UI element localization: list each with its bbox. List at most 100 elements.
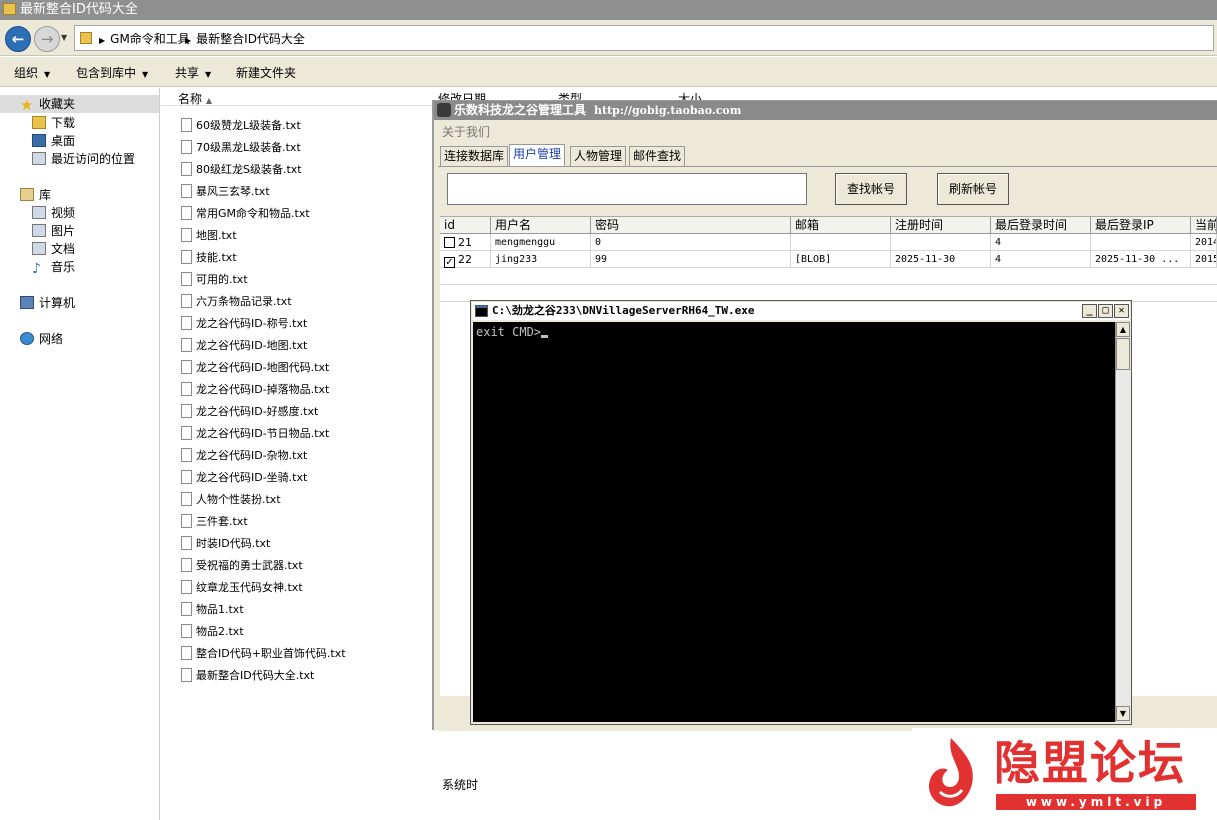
tab-user-management[interactable]: 用户管理 bbox=[509, 144, 566, 166]
text-file-icon bbox=[181, 162, 192, 176]
breadcrumb-item[interactable]: ▶ GM命令和工具 bbox=[99, 30, 190, 47]
row-checkbox-checked[interactable]: ✓ bbox=[444, 257, 455, 268]
nav-recent[interactable]: 最近访问的位置 bbox=[32, 150, 135, 168]
last-login-cell: 4 bbox=[991, 251, 1091, 268]
file-item[interactable]: 整合ID代码+职业首饰代码.txt bbox=[181, 644, 346, 664]
file-item[interactable]: 人物个性装扮.txt bbox=[181, 490, 281, 510]
minimize-icon[interactable]: _ bbox=[1082, 304, 1097, 318]
nav-libraries[interactable]: 库 bbox=[20, 186, 51, 204]
file-item[interactable]: 龙之谷代码ID-地图.txt bbox=[181, 336, 307, 356]
nav-computer[interactable]: 计算机 bbox=[20, 294, 75, 312]
console-scrollbar[interactable]: ▲ ▼ bbox=[1115, 322, 1130, 722]
grid-header-row: id 用户名 密码 邮箱 注册时间 最后登录时间 最后登录IP 当前 bbox=[440, 217, 1217, 234]
console-output[interactable]: exit CMD> bbox=[473, 322, 1115, 722]
address-bar-area: ← → ▼ ▶ GM命令和工具 ▶ 最新整合ID代码大全 bbox=[0, 20, 1217, 56]
share-button[interactable]: 共享 ▼ bbox=[175, 64, 211, 81]
row-checkbox[interactable] bbox=[444, 237, 455, 248]
console-title-bar: C:\劲龙之谷233\DNVillageServerRH64_TW.exe _ … bbox=[472, 302, 1130, 320]
file-item[interactable]: 龙之谷代码ID-节日物品.txt bbox=[181, 424, 329, 444]
file-item[interactable]: 可用的.txt bbox=[181, 270, 248, 290]
file-item[interactable]: 60级赞龙L级装备.txt bbox=[181, 116, 301, 136]
email-cell bbox=[791, 234, 891, 251]
file-item[interactable]: 龙之谷代码ID-杂物.txt bbox=[181, 446, 307, 466]
file-item[interactable]: 物品2.txt bbox=[181, 622, 244, 642]
find-account-button[interactable]: 查找帐号 bbox=[835, 173, 907, 205]
nav-videos[interactable]: 视频 bbox=[32, 204, 75, 222]
column-header[interactable]: id bbox=[440, 217, 491, 234]
file-item[interactable]: 受祝福的勇士武器.txt bbox=[181, 556, 303, 576]
text-file-icon bbox=[181, 316, 192, 330]
account-search-input[interactable] bbox=[447, 173, 807, 205]
history-dropdown-icon[interactable]: ▼ bbox=[61, 33, 67, 42]
text-file-icon bbox=[181, 580, 192, 594]
text-file-icon bbox=[181, 382, 192, 396]
text-file-icon bbox=[181, 448, 192, 462]
text-file-icon bbox=[181, 602, 192, 616]
file-item[interactable]: 物品1.txt bbox=[181, 600, 244, 620]
tab-character-management[interactable]: 人物管理 bbox=[570, 146, 627, 166]
column-name-header[interactable]: 名称 ▲ bbox=[178, 90, 212, 107]
desktop-icon bbox=[32, 134, 46, 147]
refresh-account-button[interactable]: 刷新帐号 bbox=[937, 173, 1009, 205]
file-item[interactable]: 时装ID代码.txt bbox=[181, 534, 270, 554]
column-header[interactable]: 最后登录时间 bbox=[991, 217, 1091, 234]
forward-arrow-icon[interactable]: → bbox=[34, 26, 60, 52]
watermark-title: 隐盟论坛 bbox=[994, 736, 1186, 790]
file-item[interactable]: 龙之谷代码ID-地图代码.txt bbox=[181, 358, 329, 378]
scroll-thumb[interactable] bbox=[1116, 338, 1130, 370]
watermark: 隐盟论坛 www.ymlt.vip bbox=[912, 728, 1217, 820]
library-icon bbox=[20, 188, 34, 201]
file-item[interactable]: 龙之谷代码ID-称号.txt bbox=[181, 314, 307, 334]
video-icon bbox=[32, 206, 46, 219]
nav-favorites[interactable]: ★ 收藏夹 bbox=[0, 95, 159, 113]
folder-icon bbox=[80, 32, 92, 44]
file-item[interactable]: 暴风三玄琴.txt bbox=[181, 182, 270, 202]
text-file-icon bbox=[181, 118, 192, 132]
app-logo-icon bbox=[437, 103, 451, 117]
column-header[interactable]: 密码 bbox=[591, 217, 791, 234]
file-item[interactable]: 技能.txt bbox=[181, 248, 237, 268]
text-file-icon bbox=[181, 492, 192, 506]
nav-desktop[interactable]: 桌面 bbox=[32, 132, 75, 150]
close-icon[interactable]: ✕ bbox=[1114, 304, 1129, 318]
nav-downloads[interactable]: 下载 bbox=[32, 114, 75, 132]
nav-music[interactable]: ♪ 音乐 bbox=[32, 258, 75, 276]
address-input[interactable]: ▶ GM命令和工具 ▶ 最新整合ID代码大全 bbox=[74, 25, 1214, 51]
file-item[interactable]: 三件套.txt bbox=[181, 512, 248, 532]
column-header[interactable]: 邮箱 bbox=[791, 217, 891, 234]
table-row[interactable]: 21 mengmenggu 0 4 2014 bbox=[440, 234, 1217, 251]
file-item[interactable]: 70级黑龙L级装备.txt bbox=[181, 138, 301, 158]
file-item[interactable]: 龙之谷代码ID-坐骑.txt bbox=[181, 468, 307, 488]
file-item[interactable]: 80级红龙S级装备.txt bbox=[181, 160, 302, 180]
file-item[interactable]: 龙之谷代码ID-掉落物品.txt bbox=[181, 380, 329, 400]
file-item[interactable]: 六万条物品记录.txt bbox=[181, 292, 292, 312]
column-header[interactable]: 当前 bbox=[1191, 217, 1217, 234]
include-library-button[interactable]: 包含到库中 ▼ bbox=[76, 64, 148, 81]
about-menu[interactable]: 关于我们 bbox=[442, 123, 490, 140]
nav-documents[interactable]: 文档 bbox=[32, 240, 75, 258]
file-item[interactable]: 龙之谷代码ID-好感度.txt bbox=[181, 402, 318, 422]
file-item[interactable]: 地图.txt bbox=[181, 226, 237, 246]
nav-network[interactable]: 网络 bbox=[20, 330, 63, 348]
navigation-pane: ★ 收藏夹 下载 桌面 最近访问的位置 库 视频 图片 文档 ♪ 音乐 计算机 网络 bbox=[0, 88, 160, 820]
scroll-down-icon[interactable]: ▼ bbox=[1116, 706, 1130, 721]
explorer-title: 最新整合ID代码大全 bbox=[20, 2, 138, 17]
column-header[interactable]: 注册时间 bbox=[891, 217, 991, 234]
tab-mail-search[interactable]: 邮件查找 bbox=[629, 146, 686, 166]
text-file-icon bbox=[181, 514, 192, 528]
tab-connect-db[interactable]: 连接数据库 bbox=[440, 146, 509, 166]
table-row[interactable]: ✓ 22 jing233 99 [BLOB] 2025-11-30 4 2025-… bbox=[440, 251, 1217, 268]
file-item[interactable]: 常用GM命令和物品.txt bbox=[181, 204, 310, 224]
column-header[interactable]: 最后登录IP bbox=[1091, 217, 1191, 234]
file-item[interactable]: 最新整合ID代码大全.txt bbox=[181, 666, 314, 686]
scroll-up-icon[interactable]: ▲ bbox=[1116, 322, 1130, 337]
document-icon bbox=[32, 242, 46, 255]
file-item[interactable]: 纹章龙玉代码女神.txt bbox=[181, 578, 303, 598]
breadcrumb-item[interactable]: ▶ 最新整合ID代码大全 bbox=[185, 30, 305, 47]
nav-pictures[interactable]: 图片 bbox=[32, 222, 75, 240]
column-header[interactable]: 用户名 bbox=[491, 217, 591, 234]
new-folder-button[interactable]: 新建文件夹 bbox=[236, 64, 296, 81]
back-arrow-icon[interactable]: ← bbox=[5, 26, 31, 52]
maximize-icon[interactable]: □ bbox=[1098, 304, 1113, 318]
organize-button[interactable]: 组织 ▼ bbox=[14, 64, 50, 81]
